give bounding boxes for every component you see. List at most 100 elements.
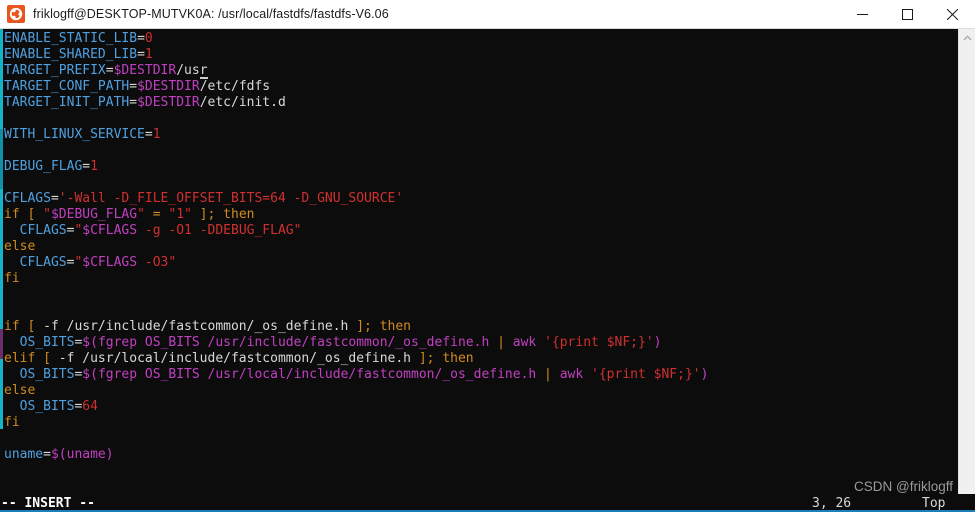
code-token: $DESTDIR <box>137 95 200 110</box>
minimize-button[interactable] <box>840 0 885 29</box>
vim-mode-indicator: -- INSERT -- <box>1 495 95 511</box>
code-token: = <box>137 47 145 62</box>
code-token: CFLAGS <box>4 191 51 206</box>
code-token: 0 <box>144 31 153 46</box>
code-token: /etc/fdfs <box>199 79 271 94</box>
code-token: " <box>43 207 51 222</box>
code-token: CFLAGS <box>19 255 67 270</box>
editor-line: fi <box>4 415 958 431</box>
code-token: $CFLAGS <box>82 255 138 270</box>
code-token: $DEBUG_FLAG <box>50 207 138 222</box>
editor-line: else <box>4 239 958 255</box>
code-token: elif <box>4 351 36 366</box>
code-token: else <box>4 383 36 398</box>
code-token: /etc/init.d <box>199 95 286 110</box>
code-token: else <box>4 239 36 254</box>
code-token: WITH_LINUX_SERVICE <box>4 127 145 142</box>
code-token: OS_BITS <box>19 399 75 414</box>
code-token: ]; <box>348 319 380 334</box>
code-token: -f /usr/include/fastcommon/_os_define.h <box>43 319 349 334</box>
code-token: fgrep OS_BITS /usr/local/include/fastcom… <box>97 367 537 382</box>
terminal-window: friklogff@DESKTOP-MUTVK0A: /usr/local/fa… <box>0 0 975 512</box>
code-token: TARGET_PREFIX <box>4 63 106 78</box>
editor-line: CFLAGS="$CFLAGS -g -O1 -DDEBUG_FLAG" <box>4 223 958 239</box>
code-token: CFLAGS <box>19 223 67 238</box>
code-token: -g -O1 -DDEBUG_FLAG" <box>137 223 302 238</box>
code-token: ENABLE_STATIC_LIB <box>4 31 138 46</box>
code-token: /us <box>176 63 200 78</box>
code-token: = <box>137 31 145 46</box>
code-token: [ <box>35 351 59 366</box>
code-token: uname <box>66 447 106 462</box>
window-title: friklogff@DESKTOP-MUTVK0A: /usr/local/fa… <box>33 7 389 21</box>
code-token: 64 <box>82 399 98 414</box>
vertical-scrollbar[interactable] <box>958 29 975 512</box>
code-token: then <box>442 351 474 366</box>
code-token: -O3" <box>137 255 177 270</box>
editor-line: TARGET_INIT_PATH=$DESTDIR/etc/init.d <box>4 95 958 111</box>
title-bar: friklogff@DESKTOP-MUTVK0A: /usr/local/fa… <box>0 0 975 29</box>
scroll-position: Top <box>922 495 946 511</box>
editor-line: uname=$(uname) <box>4 447 958 463</box>
code-token: $( <box>82 335 98 350</box>
code-token: | <box>489 335 513 350</box>
code-token: then <box>223 207 255 222</box>
code-token: = <box>144 127 153 142</box>
code-token: -f /usr/local/include/fastcommon/_os_def… <box>58 351 411 366</box>
terminal-body[interactable]: ENABLE_STATIC_LIB=0 ENABLE_SHARED_LIB=1 TA… <box>0 29 975 512</box>
cursor-position: 3, 26 <box>812 495 852 511</box>
text-cursor: r <box>199 63 208 79</box>
code-token: ]; <box>191 207 224 222</box>
code-token: 1 <box>90 159 98 174</box>
code-token: [ <box>19 319 44 334</box>
editor-line: if [ "$DEBUG_FLAG" = "1" ]; then <box>4 207 958 223</box>
code-token: awk <box>512 335 545 350</box>
vim-text-area[interactable]: ENABLE_STATIC_LIB=0 ENABLE_SHARED_LIB=1 TA… <box>3 29 958 512</box>
code-token: TARGET_INIT_PATH <box>4 95 130 110</box>
code-token: fgrep OS_BITS /usr/include/fastcommon/_o… <box>97 335 490 350</box>
code-token: = <box>43 447 51 462</box>
code-token: " <box>137 207 145 222</box>
code-token: '-Wall -D_FILE_OFFSET_BITS=64 -D_GNU_SOU… <box>58 191 404 206</box>
code-token: uname <box>4 447 44 462</box>
code-token: $( <box>50 447 67 462</box>
ubuntu-icon <box>7 5 25 23</box>
close-button[interactable] <box>930 0 975 29</box>
code-token: DEBUG_FLAG <box>4 159 83 174</box>
scrollbar-track[interactable] <box>959 46 975 495</box>
maximize-button[interactable] <box>885 0 930 29</box>
editor-line: OS_BITS=$(fgrep OS_BITS /usr/include/fas… <box>4 335 958 351</box>
code-token: then <box>379 319 412 334</box>
code-token: = <box>144 207 169 222</box>
code-token: "1" <box>168 207 192 222</box>
code-token: awk <box>559 367 592 382</box>
code-token: fi <box>4 415 20 430</box>
chevron-up-icon[interactable] <box>959 29 975 46</box>
code-token: if <box>4 319 20 334</box>
editor-line: elif [ -f /usr/local/include/fastcommon/… <box>4 351 958 367</box>
editor-line: ENABLE_STATIC_LIB=0 <box>4 31 958 47</box>
code-token: 1 <box>152 127 161 142</box>
code-token: TARGET_CONF_PATH <box>4 79 130 94</box>
code-token: $( <box>82 367 98 382</box>
code-token: [ <box>19 207 44 222</box>
editor-line: OS_BITS=$(fgrep OS_BITS /usr/local/inclu… <box>4 367 958 383</box>
code-token: fi <box>4 271 20 286</box>
editor-line: ENABLE_SHARED_LIB=1 <box>4 47 958 63</box>
code-token: '{print $NF;}' <box>591 367 701 382</box>
code-token: OS_BITS <box>19 367 75 382</box>
editor-line: else <box>4 383 958 399</box>
editor-line: OS_BITS=64 <box>4 399 958 415</box>
editor-line: fi <box>4 271 958 287</box>
code-token: = <box>50 191 59 206</box>
code-token: if <box>4 207 20 222</box>
editor-line: TARGET_CONF_PATH=$DESTDIR/etc/fdfs <box>4 79 958 95</box>
